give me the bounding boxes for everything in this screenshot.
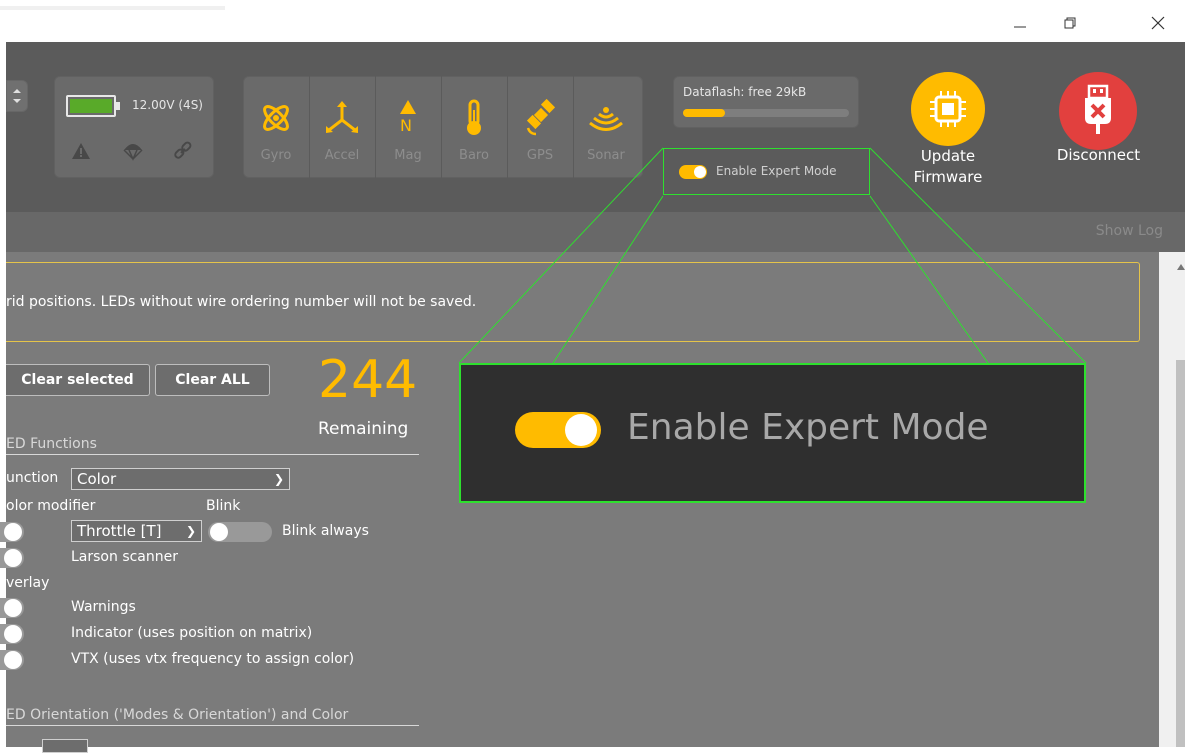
expert-mode-switch-zoomed[interactable] — [515, 412, 601, 448]
warning-icon — [72, 143, 90, 159]
dataflash-usage-fill — [683, 109, 725, 117]
sensor-label: Mag — [394, 148, 422, 163]
overlay-label: verlay — [6, 575, 50, 591]
dataflash-label: Dataflash: free 29kB — [683, 85, 807, 99]
vtx-label: VTX (uses vtx frequency to assign color) — [71, 651, 355, 667]
function-select-value: Color — [77, 470, 117, 488]
baro-icon — [467, 99, 481, 135]
clear-all-button[interactable]: Clear ALL — [155, 364, 270, 396]
function-label: unction — [6, 470, 59, 486]
chevron-down-icon: ❯ — [185, 524, 196, 538]
led-functions-heading: ED Functions — [6, 436, 419, 455]
close-button[interactable] — [1138, 10, 1178, 36]
mag-north-glyph: N — [400, 116, 412, 135]
dataflash-status: Dataflash: free 29kB — [673, 76, 859, 128]
parachute-icon — [123, 144, 143, 161]
led-orientation-heading: ED Orientation ('Modes & Orientation') a… — [6, 707, 419, 726]
notice-text: rid positions. LEDs without wire orderin… — [6, 294, 477, 310]
wire-ordering-notice: rid positions. LEDs without wire orderin… — [6, 262, 1140, 342]
vertical-scrollbar[interactable] — [1159, 252, 1185, 747]
disconnect-button[interactable]: Disconnect — [1051, 72, 1151, 172]
usb-disconnect-icon — [1085, 84, 1111, 134]
gyro-icon — [263, 105, 289, 131]
warnings-toggle[interactable] — [0, 598, 24, 618]
sensor-label: GPS — [526, 148, 554, 163]
throttle-select-value: Throttle [T] — [77, 522, 162, 540]
blink-label: Blink — [206, 498, 241, 514]
throttle-select[interactable]: Throttle [T] ❯ — [71, 520, 202, 542]
port-selector[interactable] — [6, 80, 28, 112]
restore-button[interactable] — [1050, 10, 1090, 36]
update-firmware-button[interactable]: Update Firmware — [908, 72, 988, 192]
title-bar — [0, 0, 1185, 42]
blink-always-label: Blink always — [282, 523, 369, 539]
sensor-mag: N Mag — [375, 76, 442, 178]
function-select[interactable]: Color ❯ — [71, 468, 290, 490]
warnings-label: Warnings — [71, 599, 136, 615]
vtx-toggle[interactable] — [0, 650, 24, 670]
color-modifier-toggle[interactable] — [0, 522, 24, 542]
link-icon — [174, 141, 192, 159]
expert-mode-toggle-area[interactable]: Enable Expert Mode — [663, 148, 870, 195]
sensor-gps: GPS — [507, 76, 574, 178]
chip-icon — [930, 91, 966, 127]
battery-voltage: 12.00V (4S) — [132, 98, 203, 112]
scroll-up-icon[interactable] — [1177, 264, 1185, 270]
larson-scanner-label: Larson scanner — [71, 549, 179, 565]
sensor-baro: Baro — [441, 76, 508, 178]
update-firmware-circle[interactable] — [911, 72, 985, 146]
restore-icon — [1064, 17, 1076, 29]
log-bar: Show Log — [6, 212, 1185, 252]
sensor-accel: Accel — [309, 76, 376, 178]
minimize-icon — [1014, 26, 1026, 28]
remaining-count: 244 — [318, 350, 418, 410]
disconnect-label: Disconnect — [1056, 146, 1141, 164]
header-toolbar: 12.00V (4S) Gyro Accel N Mag Baro GPS So… — [6, 42, 1185, 212]
sensor-label: Baro — [459, 148, 489, 163]
sensor-label: Sonar — [587, 148, 625, 163]
close-icon — [1151, 16, 1165, 30]
battery-status-panel: 12.00V (4S) — [54, 76, 214, 178]
expert-mode-zoom-callout: Enable Expert Mode — [459, 363, 1086, 503]
indicator-label: Indicator (uses position on matrix) — [71, 625, 313, 641]
expert-mode-label-zoomed: Enable Expert Mode — [627, 407, 989, 448]
disconnect-circle[interactable] — [1059, 72, 1137, 150]
sensor-label: Accel — [324, 148, 360, 163]
update-firmware-label: Update Firmware — [913, 147, 983, 186]
expert-mode-label: Enable Expert Mode — [716, 164, 837, 178]
battery-level — [70, 99, 112, 113]
chevron-down-icon: ❯ — [273, 472, 284, 486]
scrollbar-thumb[interactable] — [1176, 360, 1185, 747]
minimize-button[interactable] — [1000, 10, 1040, 36]
show-log-link[interactable]: Show Log — [1096, 223, 1163, 239]
dataflash-usage-bar — [683, 109, 849, 117]
indicator-toggle[interactable] — [0, 624, 24, 644]
sensor-gyro: Gyro — [243, 76, 310, 178]
sensor-label: Gyro — [260, 148, 292, 163]
battery-icon — [66, 95, 120, 117]
sensor-sonar: Sonar — [573, 76, 639, 178]
accel-icon — [326, 101, 358, 133]
gps-icon — [526, 98, 556, 136]
color-modifier-label: olor modifier — [6, 498, 96, 514]
sensor-status-panel: Gyro Accel N Mag Baro GPS Sonar — [243, 76, 643, 178]
larson-scanner-toggle[interactable] — [0, 548, 24, 568]
expert-mode-switch[interactable] — [679, 165, 707, 179]
sonar-icon — [589, 107, 623, 131]
title-bar-edge — [0, 6, 225, 10]
chevron-updown-icon — [13, 89, 21, 103]
blink-always-toggle[interactable] — [208, 522, 272, 542]
clear-selected-button[interactable]: Clear selected — [6, 364, 150, 396]
orientation-select[interactable] — [42, 739, 88, 753]
